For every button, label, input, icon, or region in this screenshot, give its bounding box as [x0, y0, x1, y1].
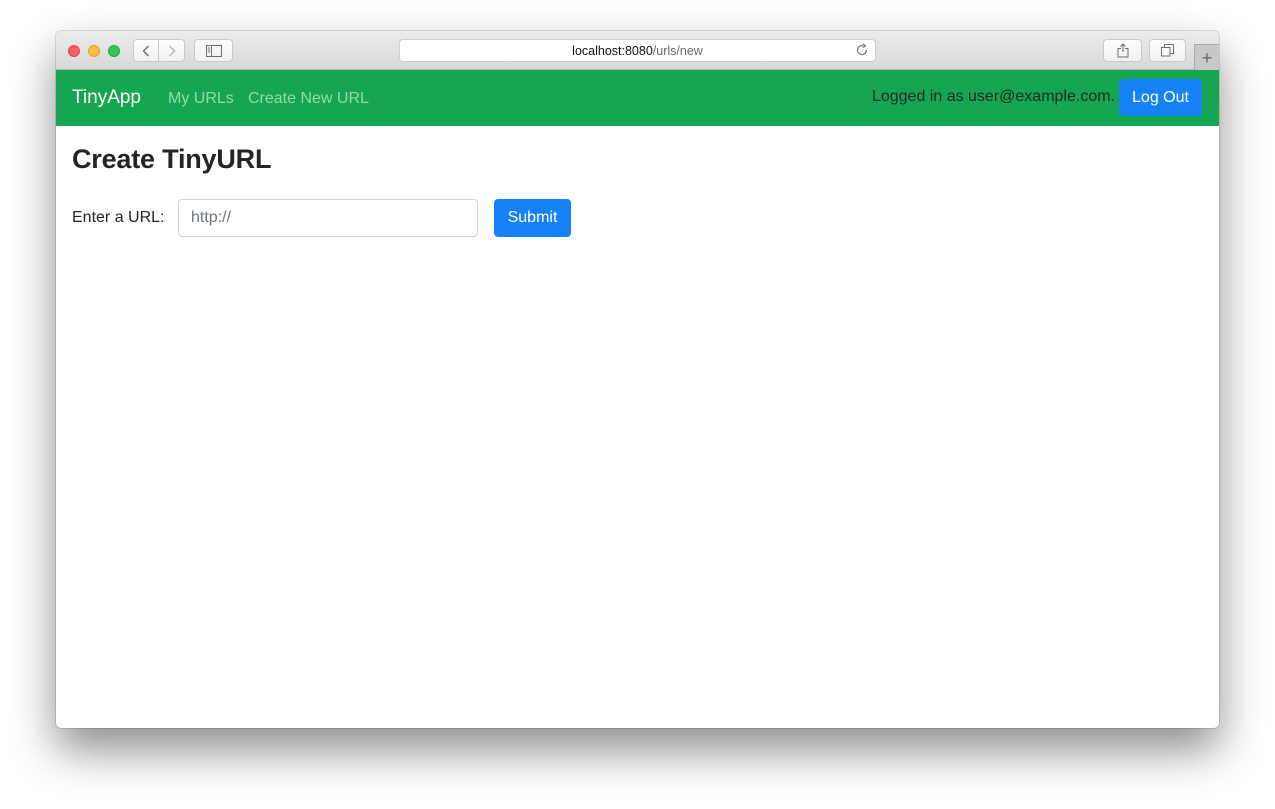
address-bar[interactable]: localhost:8080/urls/new — [399, 39, 876, 62]
url-input[interactable] — [178, 199, 478, 237]
chevron-right-icon — [168, 45, 175, 56]
close-window-icon[interactable] — [68, 45, 80, 57]
page-title: Create TinyURL — [72, 144, 272, 174]
forward-button[interactable] — [158, 39, 185, 62]
browser-titlebar: localhost:8080/urls/new + — [56, 31, 1219, 70]
plus-icon: + — [1201, 47, 1213, 68]
navbar: TinyApp My URLs Create New URL Logged in… — [56, 70, 1219, 126]
sidebar-icon — [205, 44, 222, 57]
nav-link-create-new-url[interactable]: Create New URL — [248, 89, 369, 109]
tabs-overview-icon — [1161, 44, 1174, 57]
nav-link-my-urls[interactable]: My URLs — [168, 89, 234, 109]
brand-link[interactable]: TinyApp — [72, 87, 141, 109]
main-content: Create TinyURL Enter a URL: Submit — [72, 143, 571, 237]
url-field-label: Enter a URL: — [72, 209, 165, 226]
submit-button[interactable]: Submit — [494, 199, 571, 237]
address-path: /urls/new — [652, 43, 703, 58]
new-tab-button[interactable]: + — [1194, 44, 1219, 70]
share-icon — [1117, 43, 1128, 58]
logged-in-status: Logged in as user@example.com. — [871, 88, 1115, 105]
zoom-window-icon[interactable] — [108, 45, 120, 57]
address-host: localhost:8080 — [572, 43, 653, 58]
reload-icon[interactable] — [855, 43, 869, 57]
back-button[interactable] — [133, 39, 159, 62]
share-button[interactable] — [1103, 39, 1142, 62]
minimize-window-icon[interactable] — [88, 45, 100, 57]
tabs-overview-button[interactable] — [1149, 39, 1186, 62]
chevron-left-icon — [142, 45, 149, 56]
browser-window: localhost:8080/urls/new + TinyApp My URL… — [56, 31, 1219, 728]
sidebar-toggle-button[interactable] — [194, 39, 233, 62]
logout-button[interactable]: Log Out — [1119, 79, 1202, 116]
create-url-form: Enter a URL: Submit — [72, 199, 672, 237]
